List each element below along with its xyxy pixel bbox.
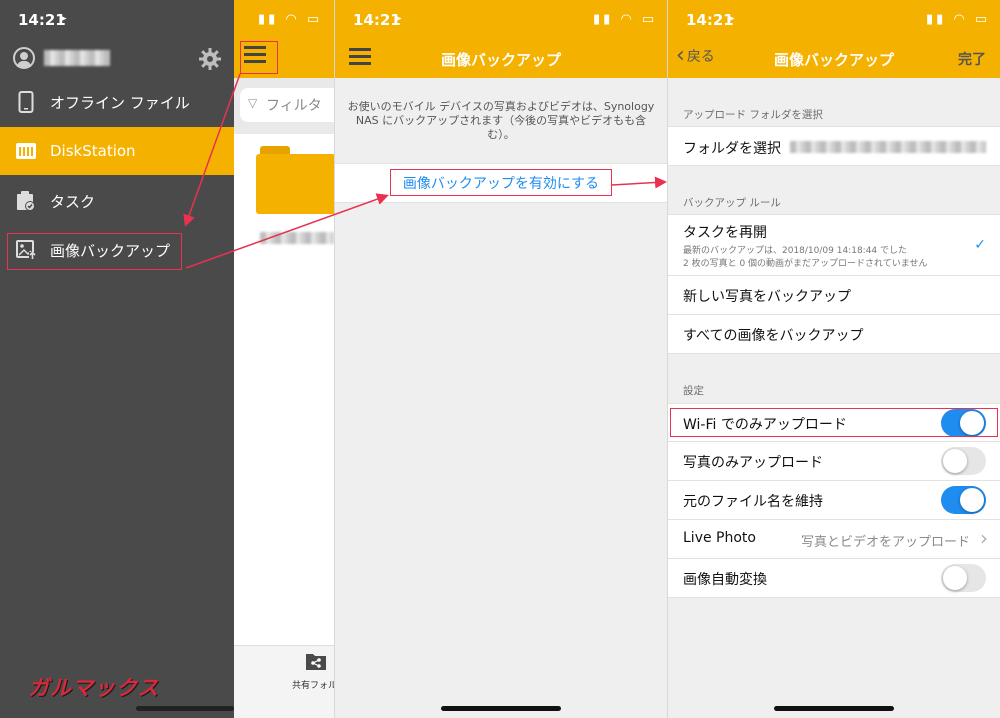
- drawer-item-offline-files[interactable]: オフライン ファイル: [0, 78, 234, 126]
- photos-only-row: 写真のみアップロード: [668, 442, 1000, 481]
- all-images-label: すべての画像をバックアップ: [683, 328, 864, 344]
- annotation-box-wifi-only: [670, 408, 998, 437]
- filter-icon: ▽: [248, 96, 258, 110]
- live-photo-row[interactable]: Live Photo 写真とビデオをアップロード ›: [668, 520, 1000, 559]
- chevron-right-icon: ›: [980, 526, 988, 550]
- keep-filename-row: 元のファイル名を維持: [668, 481, 1000, 520]
- gear-icon[interactable]: [198, 47, 222, 71]
- file-browser-peek: ▮▮ ◠ ▭ ▽ フィルタ 共有フォル: [234, 0, 334, 718]
- folder-icon[interactable]: [256, 146, 334, 214]
- page-title: 画像バックアップ: [440, 51, 561, 69]
- filter-input[interactable]: ▽ フィルタ: [240, 88, 334, 122]
- done-button[interactable]: 完了: [958, 49, 986, 69]
- live-photo-value: 写真とビデオをアップロード: [800, 535, 970, 550]
- watermark-logo: ガルマックス: [28, 676, 160, 700]
- auto-convert-row: 画像自動変換: [668, 559, 1000, 598]
- backup-description: お使いのモバイル デバイスの写真およびビデオは、Synology NAS にバッ…: [347, 100, 655, 141]
- checkmark-icon: ✓: [974, 237, 986, 253]
- home-indicator: [774, 706, 894, 711]
- home-indicator: [136, 706, 234, 711]
- live-photo-label: Live Photo: [683, 530, 756, 546]
- auto-convert-toggle[interactable]: [941, 564, 986, 592]
- drawer-item-tasks[interactable]: タスク: [0, 177, 234, 225]
- phone-icon: [14, 90, 38, 114]
- new-photos-row[interactable]: 新しい写真をバックアップ: [668, 276, 1000, 315]
- page-title: 画像バックアップ: [773, 51, 894, 69]
- select-folder-label: フォルダを選択: [683, 141, 781, 157]
- annotation-box-photo-backup: [7, 233, 182, 270]
- section-header-settings: 設定: [683, 385, 704, 397]
- keep-filename-toggle[interactable]: [941, 486, 986, 514]
- section-header-upload-folder: アップロード フォルダを選択: [683, 109, 823, 121]
- resume-task-label: タスクを再開: [683, 225, 767, 241]
- resume-task-detail-1: 最新のバックアップは、2018/10/09 14:18:44 でした: [683, 246, 908, 256]
- enable-photo-backup-button[interactable]: 画像バックアップを有効にする: [390, 169, 612, 196]
- shared-folder-icon[interactable]: [305, 651, 327, 671]
- keep-filename-label: 元のファイル名を維持: [683, 494, 823, 510]
- drawer-item-label: DiskStation: [50, 142, 136, 160]
- photo-backup-disabled-screen: 14:21 ➤ ▮▮ ◠ ▭ 画像バックアップ お使いのモバイル デバイスの写真…: [335, 0, 667, 718]
- location-arrow-icon: ➤: [393, 12, 403, 25]
- drawer-screen: 14:21 ➤ オフライン ファイル DiskStation タスク 画像バック…: [0, 0, 334, 718]
- drawer-item-label: タスク: [50, 192, 96, 211]
- resume-task-row[interactable]: タスクを再開 最新のバックアップは、2018/10/09 14:18:44 でし…: [668, 214, 1000, 276]
- annotation-box-menu: [240, 41, 278, 74]
- all-images-row[interactable]: すべての画像をバックアップ: [668, 315, 1000, 354]
- filter-placeholder: フィルタ: [266, 98, 322, 114]
- panel-divider: [667, 0, 668, 718]
- section-header-backup-rule: バックアップ ルール: [683, 197, 781, 209]
- location-arrow-icon: ➤: [726, 12, 736, 25]
- photos-only-label: 写真のみアップロード: [683, 455, 823, 471]
- account-avatar-icon[interactable]: [13, 47, 35, 69]
- resume-task-detail-2: 2 枚の写真と 0 個の動画がまだアップロードされていません: [683, 259, 928, 269]
- new-photos-label: 新しい写真をバックアップ: [683, 289, 851, 305]
- navigation-drawer: 14:21 ➤ オフライン ファイル DiskStation タスク 画像バック…: [0, 0, 234, 718]
- folder-name-redacted: [260, 232, 334, 244]
- photo-backup-settings-screen: 14:21 ➤ ▮▮ ◠ ▭ ‹ 戻る 画像バックアップ 完了 アップロード フ…: [668, 0, 1000, 718]
- folder-path-redacted: [790, 141, 986, 153]
- location-arrow-icon: ➤: [58, 12, 68, 25]
- photos-only-toggle[interactable]: [941, 447, 986, 475]
- panel-divider: [334, 0, 335, 718]
- status-icons: ▮▮ ◠ ▭: [926, 12, 991, 27]
- drawer-item-diskstation[interactable]: DiskStation: [0, 127, 234, 175]
- task-icon: [14, 189, 38, 213]
- shared-folder-tab-label[interactable]: 共有フォル: [292, 678, 334, 691]
- drawer-item-label: オフライン ファイル: [50, 93, 190, 112]
- auto-convert-label: 画像自動変換: [683, 572, 767, 588]
- diskstation-icon: [14, 139, 38, 163]
- status-icons: ▮▮ ◠ ▭: [258, 12, 323, 27]
- home-indicator: [441, 706, 561, 711]
- account-name-redacted: [44, 50, 110, 66]
- status-icons: ▮▮ ◠ ▭: [593, 12, 658, 27]
- select-folder-row[interactable]: フォルダを選択: [668, 126, 1000, 166]
